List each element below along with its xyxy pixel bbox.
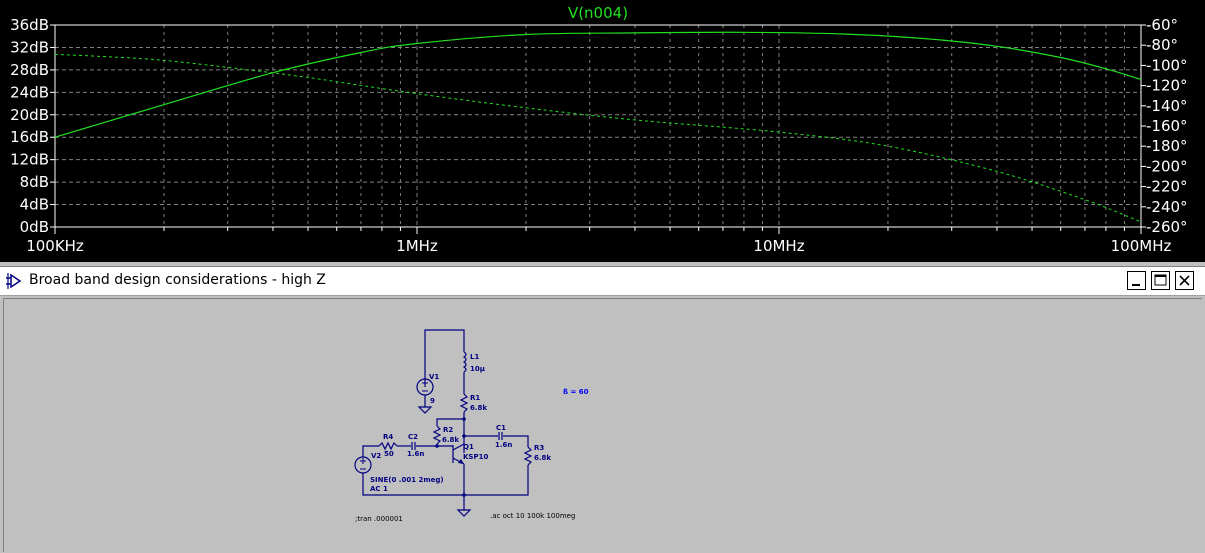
- x-axis-tick-label: 1MHz: [396, 237, 438, 255]
- junction-dot: [462, 493, 466, 497]
- l1-inductor[interactable]: [462, 351, 467, 373]
- r1-value[interactable]: 6.8k: [470, 404, 487, 412]
- ground-symbol-v1: [417, 406, 433, 414]
- window-title: Broad band design considerations - high …: [29, 272, 326, 288]
- y-axis-tick-label: 4dB: [20, 196, 49, 214]
- close-icon: [1179, 275, 1190, 286]
- maximize-icon: [1154, 274, 1167, 286]
- y2-axis-tick-label: -140°: [1146, 97, 1188, 115]
- y2-axis-tick-label: -200°: [1146, 157, 1188, 175]
- y-axis-tick-label: 20dB: [10, 106, 49, 124]
- y2-axis-tick-label: -60°: [1146, 16, 1178, 34]
- schematic-window[interactable]: Broad band design considerations - high …: [0, 266, 1205, 552]
- x-axis-tick-label: 100MHz: [1111, 237, 1172, 255]
- y-axis-tick-label: 28dB: [10, 61, 49, 79]
- q1-value[interactable]: KSP10: [463, 453, 488, 461]
- circuit-schematic[interactable]: V1 9 L1 10µ R1 6.8k R2 6.8k C1 1.6n R3 6…: [4, 299, 1203, 553]
- maximize-button[interactable]: [1151, 271, 1170, 290]
- close-button[interactable]: [1175, 271, 1194, 290]
- window-titlebar[interactable]: Broad band design considerations - high …: [0, 267, 1205, 296]
- c2-label[interactable]: C2: [408, 433, 418, 441]
- v2-label[interactable]: V2: [371, 452, 381, 460]
- phase-trace: [54, 53, 1142, 223]
- c1-label[interactable]: C1: [496, 424, 506, 432]
- schematic-canvas[interactable]: V1 9 L1 10µ R1 6.8k R2 6.8k C1 1.6n R3 6…: [3, 298, 1202, 552]
- v2-value-sine[interactable]: SINE(0 .001 2meg): [370, 476, 444, 484]
- y2-axis-tick-label: -160°: [1146, 117, 1188, 135]
- beta-note[interactable]: ß = 60: [563, 388, 589, 396]
- ac-directive[interactable]: .ac oct 10 100k 100meg: [490, 512, 575, 520]
- r2-label[interactable]: R2: [443, 426, 453, 434]
- plot-grid: [50, 24, 1146, 234]
- v1-value[interactable]: 9: [430, 397, 435, 405]
- wire-r3-ground[interactable]: [464, 465, 529, 496]
- minimize-button[interactable]: [1127, 271, 1146, 290]
- r4-value[interactable]: 50: [384, 450, 394, 458]
- r2-value[interactable]: 6.8k: [442, 436, 459, 444]
- r4-resistor[interactable]: [378, 441, 398, 451]
- v2-value-ac[interactable]: AC 1: [370, 485, 388, 493]
- r3-value[interactable]: 6.8k: [534, 454, 551, 462]
- y2-axis-tick-label: -120°: [1146, 77, 1188, 95]
- y-axis-tick-label: 16dB: [10, 128, 49, 146]
- r4-label[interactable]: R4: [383, 433, 393, 441]
- x-axis-tick-label: 10MHz: [753, 237, 804, 255]
- plot-frame: [54, 24, 1142, 228]
- ground-symbol-main: [456, 509, 472, 517]
- r1-label[interactable]: R1: [470, 394, 480, 402]
- q1-label[interactable]: Q1: [463, 443, 474, 451]
- y-axis-tick-label: 12dB: [10, 151, 49, 169]
- y-axis-tick-label: 36dB: [10, 16, 49, 34]
- y-axis-tick-label: 0dB: [20, 218, 49, 236]
- junction-dot: [462, 417, 466, 421]
- bode-plot[interactable]: V(n004) 36dB 32dB 28dB 24dB 20dB 16dB 12dB 8dB 4…: [0, 0, 1205, 262]
- minimize-icon: [1132, 284, 1140, 286]
- r3-resistor[interactable]: [523, 446, 533, 466]
- y2-axis-tick-label: -220°: [1146, 178, 1188, 196]
- v1-label[interactable]: V1: [429, 373, 439, 381]
- junction-dot: [462, 434, 466, 438]
- c2-value[interactable]: 1.6n: [407, 450, 424, 458]
- y-axis-tick-label: 32dB: [10, 38, 49, 56]
- magnitude-trace: [54, 31, 1142, 138]
- r2-resistor[interactable]: [432, 425, 442, 445]
- y2-axis-tick-label: -180°: [1146, 137, 1188, 155]
- y2-axis-tick-label: -80°: [1146, 36, 1178, 54]
- y2-axis-tick-label: -100°: [1146, 56, 1188, 74]
- junction-dot: [435, 444, 439, 448]
- trace-title[interactable]: V(n004): [568, 4, 628, 22]
- waveform-plot-pane[interactable]: V(n004) 36dB 32dB 28dB 24dB 20dB 16dB 12dB 8dB 4…: [0, 0, 1205, 262]
- tran-directive[interactable]: ;tran .000001: [355, 515, 403, 523]
- y-axis-tick-label: 8dB: [20, 173, 49, 191]
- ltspice-op-amp-icon: [6, 273, 22, 289]
- r3-label[interactable]: R3: [534, 444, 544, 452]
- y2-axis-tick-label: -260°: [1146, 218, 1188, 236]
- l1-label[interactable]: L1: [470, 353, 479, 361]
- x-axis-tick-label: 100KHz: [26, 237, 84, 255]
- c1-value[interactable]: 1.6n: [495, 441, 512, 449]
- l1-value[interactable]: 10µ: [470, 365, 485, 373]
- y-axis-tick-label: 24dB: [10, 83, 49, 101]
- wire-collector-r2[interactable]: [436, 418, 464, 426]
- r1-resistor[interactable]: [459, 393, 469, 413]
- y2-axis-tick-label: -240°: [1146, 198, 1188, 216]
